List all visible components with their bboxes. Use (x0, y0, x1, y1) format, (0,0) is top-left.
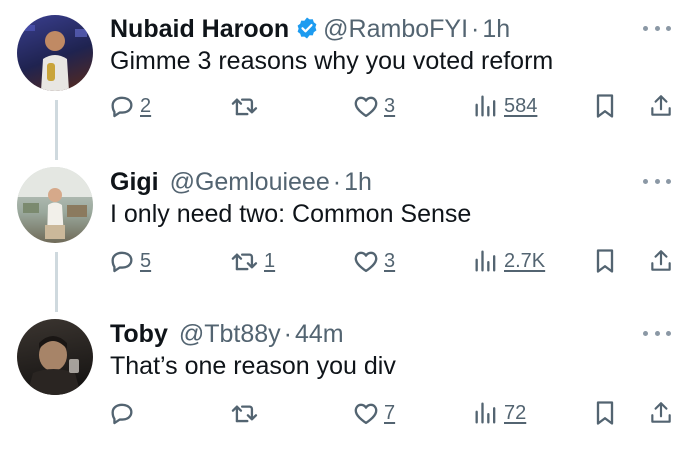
bookmark-icon (596, 249, 614, 273)
separator-dot: · (471, 15, 480, 43)
retweet-icon (231, 405, 258, 423)
retweet-icon (231, 253, 258, 271)
retweet-icon (231, 98, 258, 116)
views-count: 584 (504, 94, 538, 117)
author-handle[interactable]: @Tbt88y (179, 320, 281, 348)
timestamp[interactable]: 1h (344, 168, 372, 196)
views-button[interactable]: 2.7K (472, 245, 545, 277)
author-name[interactable]: Nubaid Haroon (110, 15, 289, 43)
views-icon (475, 402, 496, 424)
reply-button[interactable]: 2 (108, 90, 151, 122)
action-bar: 7 72 (108, 397, 678, 429)
more-icon[interactable] (643, 18, 671, 38)
share-button[interactable] (648, 397, 674, 429)
action-bar: 2 3 584 (108, 90, 678, 122)
tweet-1[interactable]: Nubaid Haroon @RamboFYI · 1h Gimme 3 reason… (0, 0, 693, 155)
like-count: 3 (384, 249, 396, 272)
avatar[interactable] (17, 15, 93, 91)
like-count: 7 (384, 401, 396, 424)
tweet-text: I only need two: Common Sense (110, 200, 472, 228)
tweet-2[interactable]: Gigi @Gemlouieee · 1h I only need two: Com… (0, 155, 693, 307)
like-count: 3 (384, 94, 396, 117)
like-icon (354, 403, 378, 425)
reply-button[interactable]: 5 (108, 245, 151, 277)
avatar-photo (25, 25, 87, 91)
views-icon (475, 95, 496, 117)
like-icon (354, 96, 378, 118)
reply-count: 5 (140, 249, 152, 272)
bookmark-button[interactable] (593, 397, 617, 429)
reply-icon (111, 403, 133, 425)
views-count: 2.7K (504, 249, 546, 272)
share-icon (651, 402, 671, 423)
separator-dot: · (332, 168, 342, 196)
views-button[interactable]: 584 (472, 90, 537, 122)
more-icon[interactable] (643, 323, 671, 343)
views-count: 72 (504, 401, 527, 424)
views-button[interactable]: 72 (472, 397, 526, 429)
share-icon (651, 95, 671, 116)
like-button[interactable]: 3 (352, 90, 395, 122)
retweet-button[interactable]: 1 (230, 245, 275, 277)
author-handle[interactable]: @RamboFYI (323, 15, 468, 43)
more-icon[interactable] (643, 171, 671, 191)
like-icon (354, 251, 378, 273)
retweet-button[interactable] (230, 397, 264, 429)
avatar-photo (27, 336, 81, 395)
author-name[interactable]: Toby (110, 320, 168, 348)
tweet-text: That’s one reason you div (110, 352, 396, 380)
share-button[interactable] (648, 90, 674, 122)
like-button[interactable]: 7 (352, 397, 395, 429)
action-bar: 5 1 3 2.7K (108, 245, 678, 277)
avatar-photo (17, 167, 93, 239)
retweet-button[interactable] (230, 90, 264, 122)
bookmark-icon (596, 401, 614, 425)
tweet-header: Toby @Tbt88y · 44m (110, 319, 344, 349)
tweet-header: Nubaid Haroon @RamboFYI · 1h (110, 14, 510, 47)
author-name[interactable]: Gigi (110, 168, 159, 196)
share-button[interactable] (648, 245, 674, 277)
views-icon (475, 250, 496, 272)
like-button[interactable]: 3 (352, 245, 395, 277)
share-icon (651, 250, 671, 271)
reply-icon (111, 251, 133, 273)
reply-icon (111, 96, 133, 118)
avatar[interactable] (17, 319, 93, 395)
tweet-header: Gigi @Gemlouieee · 1h (110, 167, 372, 197)
reply-count: 2 (140, 94, 152, 117)
bookmark-button[interactable] (593, 245, 617, 277)
timestamp[interactable]: 44m (295, 320, 344, 348)
retweet-count: 1 (264, 249, 276, 272)
reply-button[interactable] (108, 397, 140, 429)
tweet-3[interactable]: Toby @Tbt88y · 44m That’s one reason you d… (0, 307, 693, 452)
verified-badge-icon (295, 16, 319, 47)
author-handle[interactable]: @Gemlouieee (170, 168, 330, 196)
separator-dot: · (283, 320, 292, 348)
reply-thread: Nubaid Haroon @RamboFYI · 1h Gimme 3 reason… (0, 0, 693, 452)
timestamp[interactable]: 1h (482, 15, 510, 43)
tweet-text: Gimme 3 reasons why you voted reform (110, 47, 554, 75)
avatar[interactable] (17, 167, 93, 243)
bookmark-button[interactable] (593, 90, 617, 122)
bookmark-icon (596, 94, 614, 118)
